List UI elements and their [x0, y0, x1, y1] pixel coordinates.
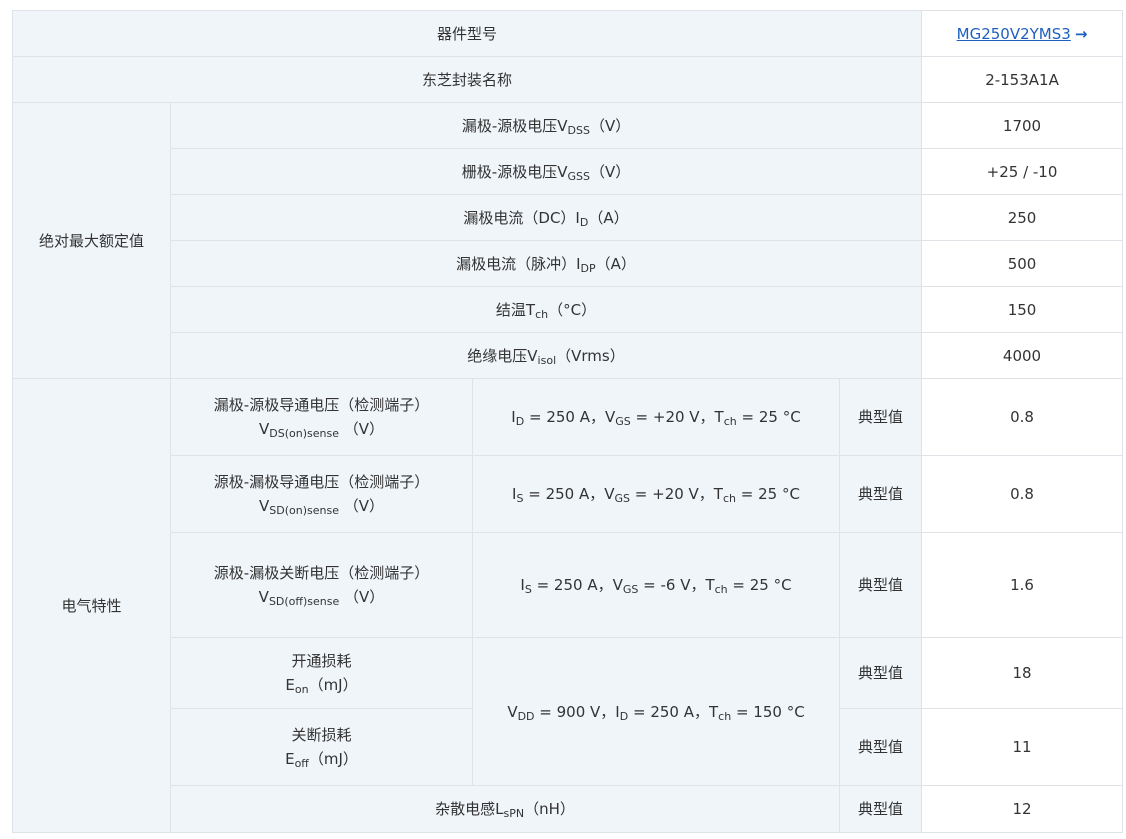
elec-cond-switching: VDD = 900 V，ID = 250 A，Tch = 150 °C [472, 637, 840, 786]
abs-max-label-idp: 漏极电流（脉冲）IDP（A） [169, 240, 923, 287]
abs-max-label-vgss: 栅极-源极电压VGSS（V） [169, 148, 923, 195]
elec-value-vsd-off: 1.6 [921, 532, 1124, 638]
arrow-right-icon[interactable]: → [1075, 25, 1088, 43]
abs-max-value-vgss: +25 / -10 [921, 148, 1124, 195]
elec-param-stray-inductance: 杂散电感LsPN（nH） [170, 785, 840, 833]
electrical-group-label: 电气特性 [12, 378, 171, 833]
elec-value-stray: 12 [921, 785, 1124, 833]
elec-param-vds-on: 漏极-源极导通电压（检测端子） VDS(on)sense （V） [170, 378, 473, 456]
elec-value-eoff: 11 [921, 708, 1124, 786]
abs-max-label-vdss: 漏极-源极电压VDSS（V） [169, 102, 923, 149]
part-number-cell: MG250V2YMS3 → [921, 10, 1124, 57]
elec-typ-vsd-off: 典型值 [838, 532, 923, 638]
elec-cond-vsd-on: IS = 250 A，VGS = +20 V，Tch = 25 °C [472, 455, 840, 533]
part-number-link[interactable]: MG250V2YMS3 [957, 25, 1071, 43]
abs-max-label-tch: 结温Tch（°C） [169, 286, 923, 333]
elec-typ-eon: 典型值 [838, 637, 923, 709]
elec-cond-vsd-off: IS = 250 A，VGS = -6 V，Tch = 25 °C [472, 532, 840, 638]
abs-max-value-vdss: 1700 [921, 102, 1124, 149]
abs-max-value-tch: 150 [921, 286, 1124, 333]
abs-max-label-id: 漏极电流（DC）ID（A） [169, 194, 923, 241]
elec-typ-stray: 典型值 [838, 785, 923, 833]
elec-param-eon: 开通损耗 Eon（mJ） [170, 637, 473, 709]
abs-max-value-visol: 4000 [921, 332, 1124, 379]
elec-typ-vsd-on: 典型值 [838, 455, 923, 533]
elec-cond-vds-on: ID = 250 A，VGS = +20 V，Tch = 25 °C [472, 378, 840, 456]
elec-typ-eoff: 典型值 [838, 708, 923, 786]
package-name-value: 2-153A1A [921, 56, 1124, 103]
spec-table: 器件型号 MG250V2YMS3 → 东芝封装名称 2-153A1A 绝对最大额定… [11, 10, 1124, 833]
abs-max-label-visol: 绝缘电压Visol（Vrms） [169, 332, 923, 379]
elec-param-eoff: 关断损耗 Eoff（mJ） [170, 708, 473, 786]
abs-max-group-label: 绝对最大额定值 [12, 102, 171, 379]
elec-typ-vds-on: 典型值 [838, 378, 923, 456]
elec-param-vsd-off: 源极-漏极关断电压（检测端子） VSD(off)sense （V） [170, 532, 473, 638]
part-number-label: 器件型号 [11, 10, 923, 57]
elec-value-eon: 18 [921, 637, 1124, 709]
abs-max-value-idp: 500 [921, 240, 1124, 287]
elec-value-vsd-on: 0.8 [921, 455, 1124, 533]
elec-param-vsd-on: 源极-漏极导通电压（检测端子） VSD(on)sense （V） [170, 455, 473, 533]
abs-max-value-id: 250 [921, 194, 1124, 241]
package-name-label: 东芝封装名称 [11, 56, 923, 103]
elec-value-vds-on: 0.8 [921, 378, 1124, 456]
